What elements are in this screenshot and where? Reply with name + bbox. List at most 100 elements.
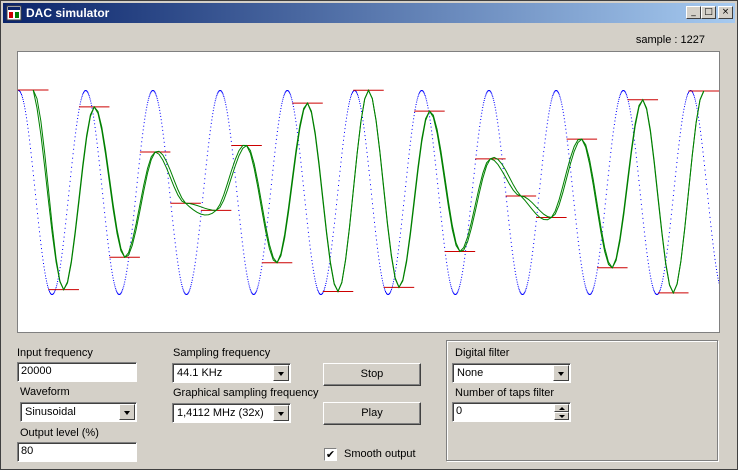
- chevron-down-icon[interactable]: [273, 365, 289, 381]
- spin-down-icon[interactable]: [554, 412, 569, 420]
- taps-spinner[interactable]: [554, 404, 569, 420]
- output-level-field[interactable]: 80: [17, 442, 137, 462]
- input-signal-dot: [459, 285, 461, 287]
- digital-filter-value: None: [457, 367, 484, 379]
- input-signal-dot: [271, 179, 273, 181]
- input-signal-dot: [634, 148, 636, 150]
- input-signal-dot: [23, 103, 25, 105]
- title-bar[interactable]: DAC simulator _ □ ×: [3, 3, 735, 23]
- input-signal-dot: [596, 272, 598, 274]
- input-signal-dot: [317, 290, 319, 291]
- digital-filter-select[interactable]: None: [452, 363, 571, 383]
- input-signal-dot: [390, 291, 391, 293]
- stop-button[interactable]: Stop: [323, 363, 421, 386]
- input-signal-dot: [291, 99, 293, 101]
- input-signal-dot: [147, 101, 149, 103]
- input-signal-dot: [479, 122, 481, 124]
- input-signal-dot: [346, 114, 348, 116]
- sampling-frequency-select[interactable]: 44.1 KHz: [172, 363, 291, 383]
- input-signal-dot: [716, 269, 717, 270]
- input-signal-dot: [336, 199, 338, 201]
- input-signal-dot: [707, 198, 709, 200]
- input-signal-dot: [531, 258, 533, 260]
- input-signal-dot: [653, 289, 655, 291]
- chevron-down-icon[interactable]: [553, 365, 569, 381]
- input-signal-dot: [605, 193, 607, 195]
- input-signal-dot: [158, 104, 160, 106]
- play-button[interactable]: Play: [323, 402, 421, 425]
- minimize-button[interactable]: _: [686, 6, 701, 19]
- chevron-down-icon[interactable]: [119, 404, 135, 420]
- output-level-label: Output level (%): [20, 427, 99, 439]
- input-signal-dot: [162, 133, 164, 135]
- input-signal-dot: [177, 264, 179, 266]
- input-signal-dot: [681, 117, 683, 119]
- graphical-sampling-select[interactable]: 1,4112 MHz (32x): [172, 403, 291, 423]
- input-signal-dot: [596, 269, 598, 271]
- input-signal-dot: [370, 184, 371, 186]
- chevron-down-icon[interactable]: [273, 405, 289, 421]
- input-signal-dot: [313, 275, 315, 277]
- input-signal-dot: [224, 99, 226, 101]
- input-signal-dot: [47, 286, 49, 288]
- input-signal-dot: [544, 138, 546, 140]
- input-signal-dot: [673, 185, 675, 187]
- input-signal-dot: [150, 92, 152, 94]
- input-signal-dot: [258, 282, 260, 284]
- input-signal-dot: [223, 97, 225, 99]
- input-signal-dot: [344, 131, 345, 133]
- input-signal-dot: [508, 219, 510, 221]
- input-signal-dot: [577, 236, 579, 238]
- input-signal-dot: [112, 277, 114, 279]
- input-signal-dot: [405, 186, 407, 187]
- input-signal-dot: [93, 116, 95, 118]
- input-signal-dot: [240, 228, 242, 230]
- input-signal-dot: [126, 270, 128, 272]
- output-signal-line: [32, 89, 705, 295]
- input-signal-dot: [122, 289, 124, 291]
- input-signal-dot: [412, 121, 414, 123]
- input-signal-dot: [248, 285, 250, 287]
- input-signal-dot: [256, 288, 258, 290]
- smooth-output-label[interactable]: Smooth output: [344, 448, 416, 460]
- input-signal-dot: [338, 185, 339, 186]
- input-frequency-field[interactable]: 20000: [17, 362, 137, 382]
- input-signal-dot: [125, 273, 127, 275]
- input-signal-dot: [77, 114, 79, 116]
- input-signal-dot: [468, 220, 470, 222]
- input-signal-dot: [264, 243, 266, 245]
- input-signal-dot: [625, 92, 627, 94]
- input-signal-dot: [705, 179, 707, 180]
- input-signal-dot: [330, 248, 332, 250]
- input-signal-dot: [584, 283, 586, 285]
- input-signal-dot: [358, 98, 360, 100]
- input-signal-dot: [345, 124, 346, 126]
- input-signal-dot: [483, 102, 485, 104]
- input-signal-dot: [503, 177, 505, 179]
- waveform-select[interactable]: Sinusoidal: [20, 402, 137, 422]
- input-signal-dot: [141, 137, 143, 139]
- maximize-button[interactable]: □: [701, 6, 716, 19]
- input-signal-dot: [225, 106, 227, 108]
- input-signal-dot: [266, 221, 268, 223]
- input-signal-dot: [278, 116, 280, 118]
- input-signal-dot: [471, 196, 473, 198]
- spin-up-icon[interactable]: [554, 404, 569, 412]
- input-signal-dot: [402, 214, 403, 216]
- input-signal-dot: [560, 99, 562, 101]
- input-signal-dot: [107, 239, 109, 240]
- input-signal-dot: [231, 149, 233, 151]
- smooth-output-checkbox[interactable]: ✔: [324, 448, 337, 461]
- input-signal-dot: [324, 285, 326, 286]
- taps-filter-field[interactable]: 0: [452, 402, 571, 422]
- input-signal-dot: [132, 224, 134, 226]
- input-signal-dot: [385, 292, 387, 293]
- input-signal-dot: [302, 180, 304, 182]
- input-signal-dot: [340, 161, 342, 163]
- input-signal-dot: [478, 133, 480, 135]
- input-signal-dot: [565, 128, 567, 130]
- input-signal-dot: [258, 280, 260, 282]
- output-signal-line: [32, 89, 705, 295]
- input-signal-dot: [71, 162, 73, 164]
- close-button[interactable]: ×: [718, 6, 733, 19]
